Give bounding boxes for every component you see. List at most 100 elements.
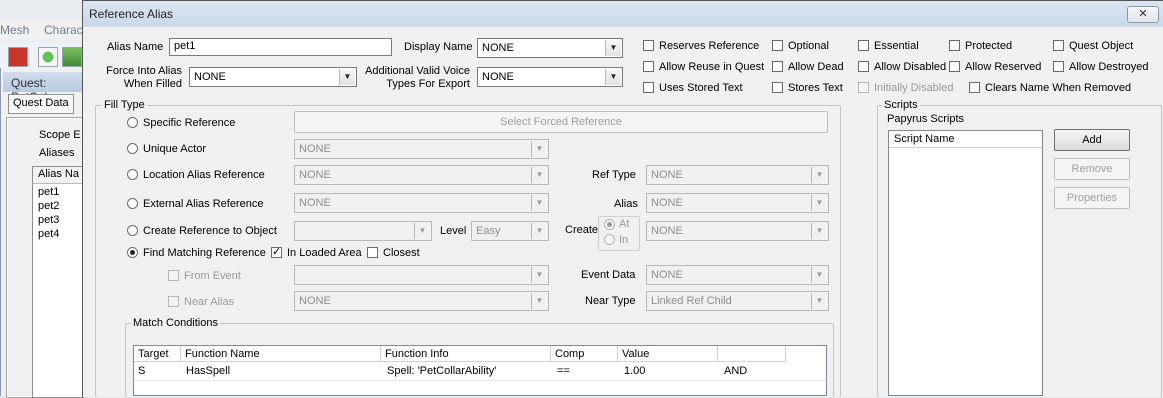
stores-text-checkbox[interactable]: [772, 82, 783, 93]
tab-quest-data[interactable]: Quest Data: [8, 94, 74, 114]
column-header-logic[interactable]: [718, 346, 786, 362]
allow-destroyed-label: Allow Destroyed: [1069, 61, 1149, 73]
alias-name-input[interactable]: pet1: [169, 38, 392, 56]
column-header-function-name[interactable]: Function Name: [181, 346, 381, 362]
tab-quest-data-label: Quest Data: [13, 97, 69, 109]
menu-item-character[interactable]: Charac: [44, 23, 83, 37]
toolbar-icon-landscape[interactable]: [62, 47, 82, 67]
chevron-down-icon: ▼: [811, 267, 827, 283]
level-label: Level: [440, 225, 467, 237]
quest-object-label: Quest Object: [1069, 40, 1134, 52]
find-matching-reference-radio[interactable]: [127, 247, 138, 258]
closest-checkbox[interactable]: [367, 247, 378, 258]
column-header-value[interactable]: Value: [618, 346, 718, 362]
aliases-label: Aliases: [39, 147, 75, 159]
create-in-label: In: [619, 234, 629, 246]
allow-reserved-label: Allow Reserved: [965, 61, 1042, 73]
allow-reserved-checkbox[interactable]: [949, 61, 960, 72]
reserves-reference-label: Reserves Reference: [659, 40, 760, 52]
event-data-label: Event Data: [581, 269, 636, 281]
script-properties-button: Properties: [1054, 187, 1130, 209]
alias-label: Alias: [614, 198, 638, 210]
location-alias-reference-radio[interactable]: [127, 169, 138, 180]
toolbar-icon-red[interactable]: [8, 47, 28, 67]
voice-types-select[interactable]: NONE ▼: [477, 67, 623, 87]
force-into-alias-select[interactable]: NONE ▼: [189, 67, 357, 87]
display-name-select[interactable]: NONE ▼: [477, 38, 623, 58]
column-header-target[interactable]: Target: [134, 346, 181, 362]
clears-name-checkbox[interactable]: [969, 82, 980, 93]
chevron-down-icon: ▼: [531, 267, 547, 283]
chevron-down-icon: ▼: [531, 141, 547, 157]
from-event-checkbox: [168, 270, 179, 281]
allow-reuse-checkbox[interactable]: [643, 61, 654, 72]
protected-checkbox[interactable]: [949, 40, 960, 51]
near-alias-select: NONE ▼: [294, 291, 549, 311]
display-name-label: Display Name: [404, 41, 473, 53]
dialog-titlebar[interactable]: [83, 1, 1163, 27]
script-name-column: Script Name: [894, 133, 955, 145]
alias-row[interactable]: pet4: [38, 228, 59, 240]
from-event-select: ▼: [294, 265, 549, 285]
background-toolbar: [0, 43, 82, 69]
add-script-button[interactable]: Add: [1054, 129, 1130, 151]
fill-type-title: Fill Type: [102, 99, 147, 111]
in-loaded-area-checkbox[interactable]: [271, 245, 282, 258]
allow-disabled-label: Allow Disabled: [874, 61, 947, 73]
scripts-list[interactable]: [888, 130, 1043, 396]
chevron-down-icon: ▼: [531, 195, 547, 211]
quest-window-titlebar: Quest: PetCol: [3, 72, 82, 104]
chevron-down-icon[interactable]: ▼: [605, 69, 621, 85]
alias-list-header[interactable]: Alias Na: [33, 167, 82, 184]
column-header-comp[interactable]: Comp: [551, 346, 618, 362]
alias-row[interactable]: pet1: [38, 186, 59, 198]
allow-destroyed-checkbox[interactable]: [1053, 61, 1064, 72]
initially-disabled-checkbox: [858, 82, 869, 93]
specific-reference-label: Specific Reference: [143, 117, 236, 129]
alias-select: NONE ▼: [646, 193, 829, 213]
essential-checkbox[interactable]: [858, 40, 869, 51]
reserves-reference-checkbox[interactable]: [643, 40, 654, 51]
create-reference-radio[interactable]: [127, 225, 138, 236]
chevron-down-icon: ▼: [531, 293, 547, 309]
chevron-down-icon[interactable]: ▼: [605, 40, 621, 56]
stores-text-label: Stores Text: [788, 82, 843, 94]
cell-value: 1.00: [624, 365, 646, 377]
menu-item-mesh[interactable]: Mesh: [0, 23, 29, 37]
specific-reference-radio[interactable]: [127, 117, 138, 128]
optional-label: Optional: [788, 40, 829, 52]
allow-disabled-checkbox[interactable]: [858, 61, 869, 72]
allow-reuse-label: Allow Reuse in Quest: [659, 61, 765, 73]
protected-label: Protected: [965, 40, 1013, 52]
remove-script-button: Remove: [1054, 158, 1130, 180]
toolbar-icon-green-globe[interactable]: [38, 47, 58, 67]
scripts-list-header[interactable]: Script Name: [889, 131, 1042, 148]
optional-checkbox[interactable]: [772, 40, 783, 51]
alias-row[interactable]: pet2: [38, 200, 59, 212]
create-label: Create: [565, 224, 599, 236]
allow-dead-checkbox[interactable]: [772, 61, 783, 72]
close-button[interactable]: ✕: [1127, 6, 1159, 23]
column-header-function-info[interactable]: Function Info: [381, 346, 551, 362]
near-type-select: Linked Ref Child ▼: [646, 291, 829, 311]
dialog-title: Reference Alias: [89, 7, 174, 21]
chevron-down-icon: ▼: [414, 223, 430, 239]
cell-comp: ==: [557, 365, 570, 377]
near-type-label: Near Type: [585, 295, 636, 307]
chevron-down-icon: ▼: [811, 223, 827, 239]
uses-stored-text-checkbox[interactable]: [643, 82, 654, 93]
alias-row[interactable]: pet3: [38, 214, 59, 226]
chevron-down-icon: ▼: [811, 195, 827, 211]
external-alias-reference-radio[interactable]: [127, 198, 138, 209]
unique-actor-radio[interactable]: [127, 143, 138, 154]
uses-stored-text-label: Uses Stored Text: [659, 82, 743, 94]
cell-target: S: [138, 365, 146, 377]
chevron-down-icon: ▼: [531, 167, 547, 183]
chevron-down-icon: ▼: [811, 293, 827, 309]
ref-type-label: Ref Type: [592, 169, 636, 181]
papyrus-scripts-label: Papyrus Scripts: [887, 113, 965, 125]
chevron-down-icon[interactable]: ▼: [339, 69, 355, 85]
scope-label: Scope E: [39, 129, 81, 141]
quest-object-checkbox[interactable]: [1053, 40, 1064, 51]
level-select: Easy ▼: [471, 221, 549, 241]
